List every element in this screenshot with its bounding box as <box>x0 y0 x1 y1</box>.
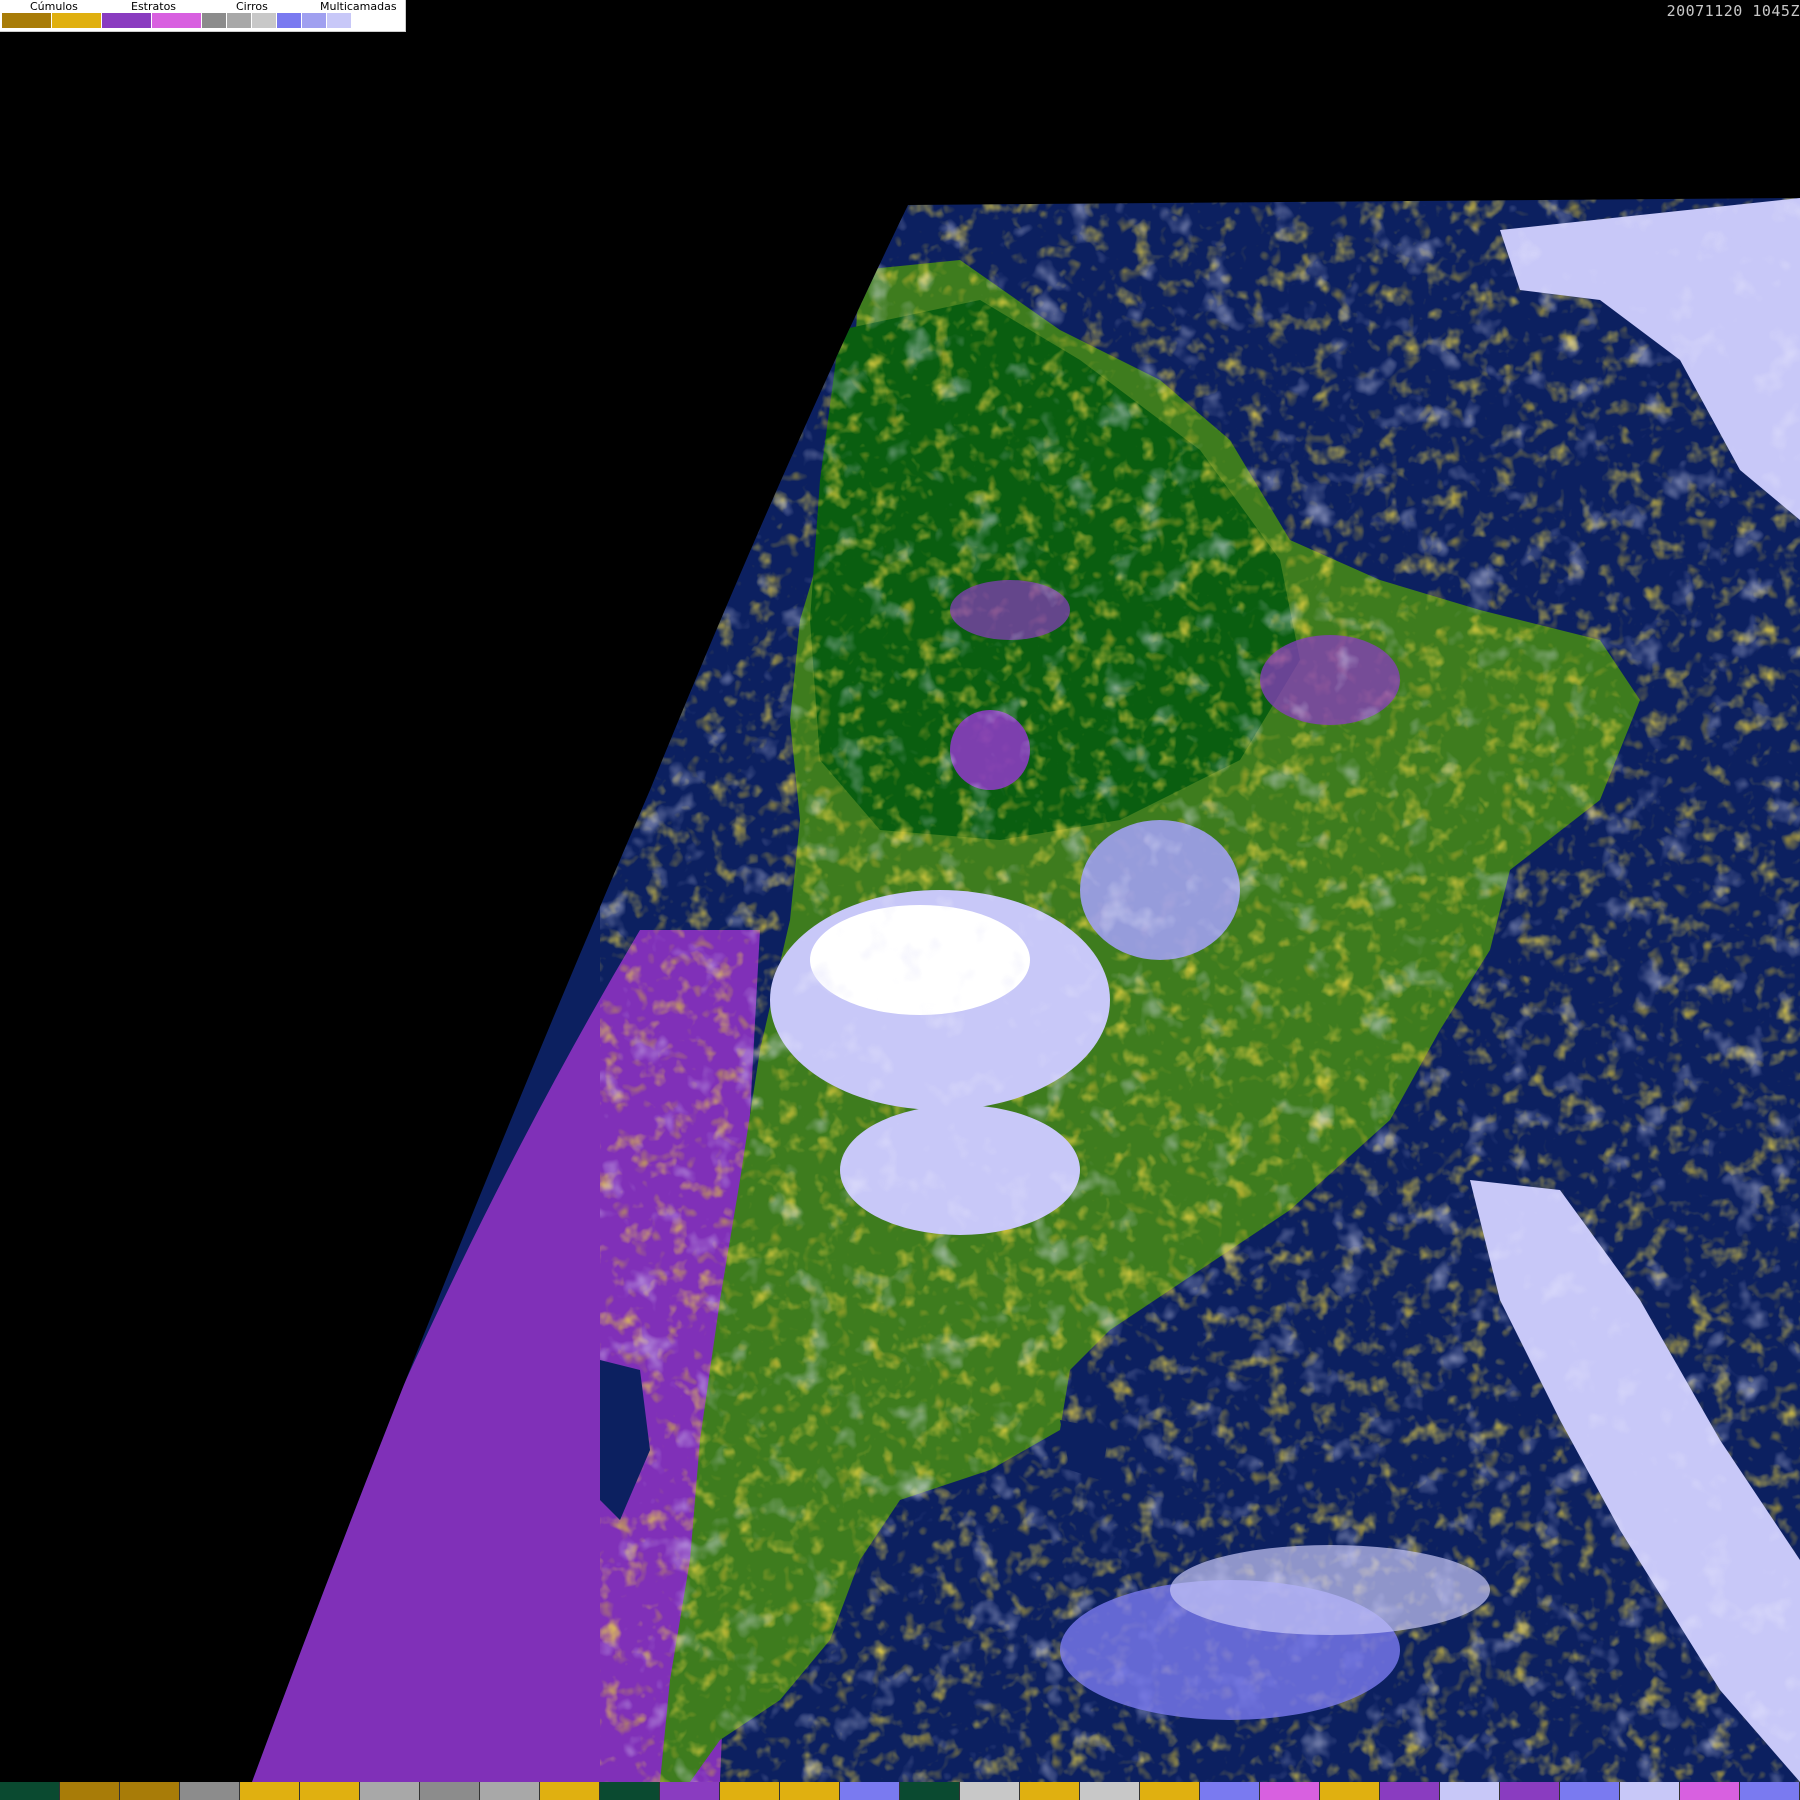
bottom-strip-cell <box>180 1782 240 1800</box>
bottom-strip-cell <box>240 1782 300 1800</box>
legend-swatch <box>227 13 252 28</box>
bottom-strip-cell <box>1560 1782 1620 1800</box>
legend-swatch <box>302 13 327 28</box>
bottom-strip-cell <box>660 1782 720 1800</box>
satellite-cloud-map <box>252 198 1800 1782</box>
legend-label-multicamadas: Multicamadas <box>320 0 397 13</box>
legend-swatch <box>327 13 352 28</box>
bottom-strip-cell <box>900 1782 960 1800</box>
bottom-color-strip <box>0 1782 1800 1800</box>
bottom-strip-cell <box>1320 1782 1380 1800</box>
bottom-strip-cell <box>600 1782 660 1800</box>
legend-swatch <box>52 13 102 28</box>
bottom-strip-cell <box>1440 1782 1500 1800</box>
legend-swatch <box>277 13 302 28</box>
legend-swatches <box>2 13 372 28</box>
legend-swatch <box>252 13 277 28</box>
bottom-strip-cell <box>120 1782 180 1800</box>
bottom-strip-cell <box>420 1782 480 1800</box>
image-timestamp: 20071120 1045Z <box>1666 2 1800 20</box>
bottom-strip-cell <box>840 1782 900 1800</box>
legend-label-estratos: Estratos <box>131 0 177 13</box>
bottom-strip-cell <box>360 1782 420 1800</box>
bottom-strip-cell <box>1080 1782 1140 1800</box>
legend-swatch <box>102 13 152 28</box>
legend-swatch <box>352 13 372 28</box>
bottom-strip-cell <box>540 1782 600 1800</box>
bottom-strip-cell <box>300 1782 360 1800</box>
bottom-strip-cell <box>1140 1782 1200 1800</box>
bottom-strip-cell <box>480 1782 540 1800</box>
bottom-strip-cell <box>1680 1782 1740 1800</box>
bottom-strip-cell <box>720 1782 780 1800</box>
bottom-strip-cell <box>1500 1782 1560 1800</box>
legend-swatch <box>202 13 227 28</box>
bottom-strip-cell <box>1380 1782 1440 1800</box>
bottom-strip-cell <box>1020 1782 1080 1800</box>
cloud-type-legend: Cúmulos Estratos Cirros Multicamadas <box>0 0 406 32</box>
legend-swatch <box>2 13 52 28</box>
bottom-strip-cell <box>1260 1782 1320 1800</box>
bottom-strip-cell <box>1620 1782 1680 1800</box>
bottom-strip-cell <box>1200 1782 1260 1800</box>
bottom-strip-cell <box>780 1782 840 1800</box>
legend-label-cumulos: Cúmulos <box>30 0 78 13</box>
legend-label-cirros: Cirros <box>236 0 268 13</box>
earth-disk <box>252 198 1800 1782</box>
bottom-strip-cell <box>1740 1782 1800 1800</box>
bottom-strip-cell <box>960 1782 1020 1800</box>
legend-swatch <box>152 13 202 28</box>
bottom-strip-cell <box>0 1782 60 1800</box>
bottom-strip-cell <box>60 1782 120 1800</box>
